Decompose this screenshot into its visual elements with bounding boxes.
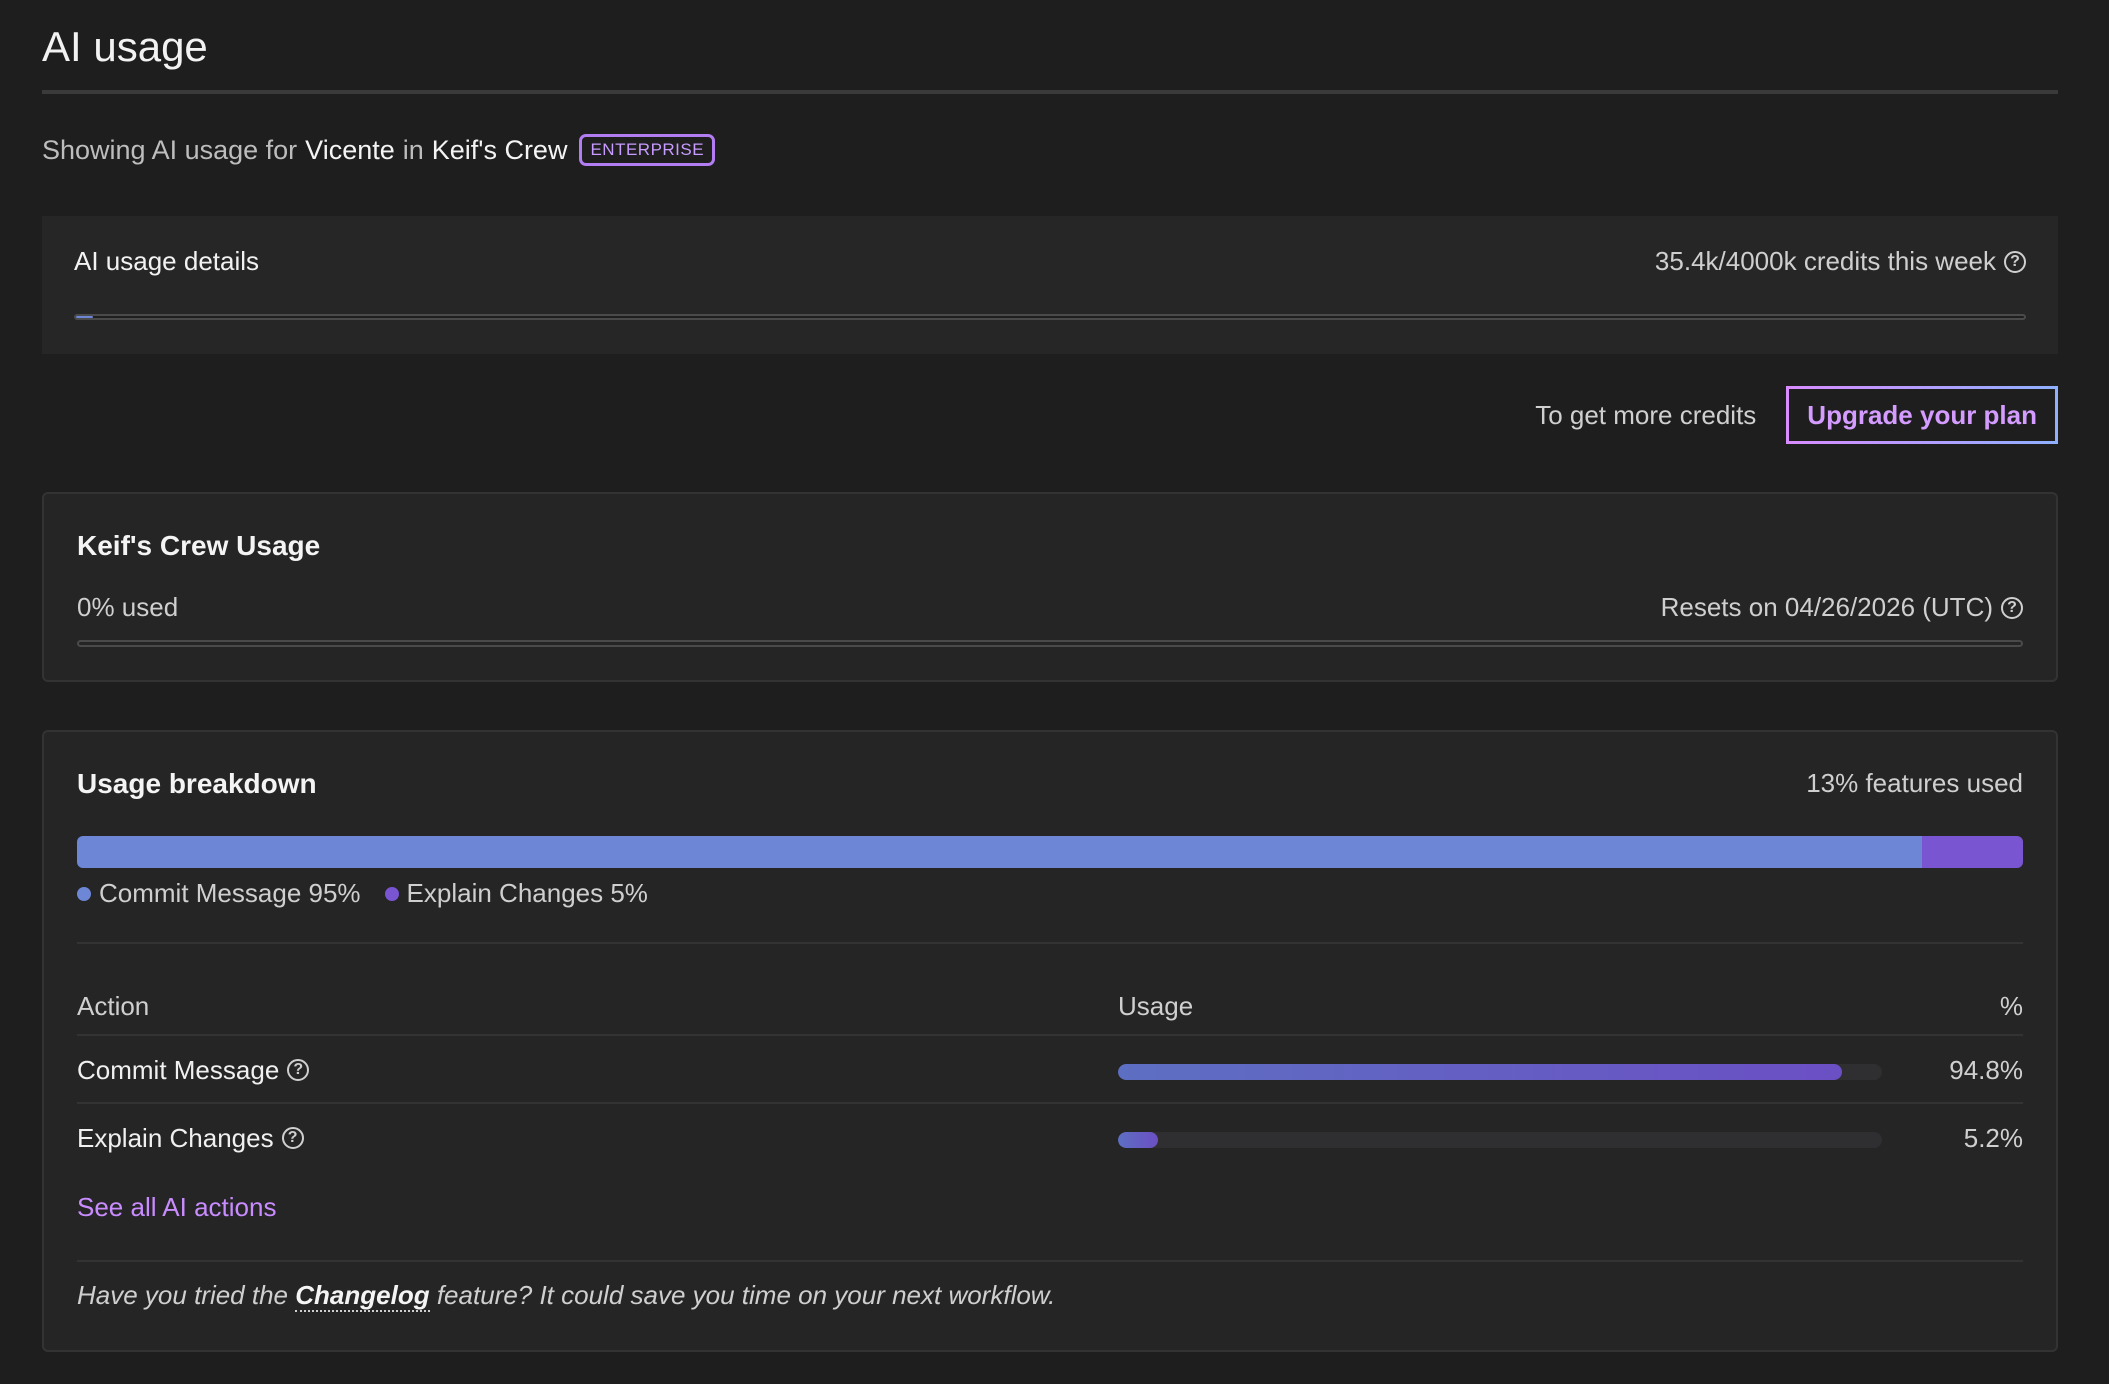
breakdown-legend: Commit Message 95% Explain Changes 5% [77,878,648,909]
credits-summary: 35.4k/4000k credits this week ? [1655,246,2026,277]
crew-usage-used: 0% used [77,592,179,622]
usage-subtitle: Showing AI usage for Vicente in Keif's C… [42,132,2058,168]
subtitle-org: Keif's Crew [431,134,568,165]
page-title: AI usage [42,0,2058,94]
legend-dot-icon [384,886,399,901]
row-percent: 5.2% [1963,1123,2023,1153]
crew-usage-resets: Resets on 04/26/2026 (UTC) ? [1661,592,2023,623]
row-usage-bar [1118,1064,1882,1080]
question-circle-icon[interactable]: ? [281,1127,304,1149]
crew-usage-card: Keif's Crew Usage 0% used Resets on 04/2… [42,492,2058,682]
divider [77,1034,2023,1036]
ai-usage-details: AI usage details 35.4k/4000k credits thi… [42,216,2058,354]
changelog-link[interactable]: Changelog [295,1280,430,1312]
details-label: AI usage details [74,246,260,276]
column-percent: % [1999,991,2023,1021]
upgrade-hint: To get more credits [1535,399,1757,430]
weekly-credits-progress-fill [76,316,94,318]
question-circle-icon[interactable]: ? [287,1059,310,1081]
row-action-label: Commit Message [77,1054,280,1085]
feature-tip: Have you tried the Changelog feature? It… [77,1280,1056,1312]
question-circle-icon[interactable]: ? [2004,250,2026,273]
crew-usage-title: Keif's Crew Usage [77,530,321,561]
legend-dot-icon [77,886,91,901]
tip-after: feature? It could save you time on your … [436,1280,1056,1310]
breakdown-title: Usage breakdown [77,768,317,799]
row-action: Commit Message ? [77,1052,310,1088]
upgrade-row: To get more credits Upgrade your plan [42,386,2058,444]
legend-item-commit-message: Commit Message 95% [77,878,361,909]
row-action-label: Explain Changes [77,1122,274,1153]
column-usage: Usage [1118,991,1194,1021]
divider [77,942,2023,944]
table-row: Explain Changes ? 5.2% [77,1120,2023,1164]
column-action: Action [77,991,150,1021]
legend-label: Commit Message 95% [99,878,361,908]
ai-usage-page: AI usage Showing AI usage for Vicente in… [42,0,2058,1352]
question-circle-icon[interactable]: ? [2001,596,2023,619]
divider [77,1260,2023,1262]
weekly-credits-progress [74,314,2026,320]
upgrade-plan-button[interactable]: Upgrade your plan [1786,386,2058,444]
segment-explain-changes [1921,836,2023,868]
subtitle-in: in [402,134,424,165]
row-usage-bar [1118,1132,1882,1148]
breakdown-stacked-bar [77,836,2023,868]
breakdown-table-header: Action Usage % [77,988,2023,1024]
credits-text: 35.4k/4000k credits this week [1654,246,1996,276]
subtitle-prefix: Showing AI usage for [42,134,298,165]
table-row: Commit Message ? 94.8% [77,1052,2023,1096]
segment-commit-message [77,836,1922,868]
usage-breakdown-card: Usage breakdown 13% features used Commit… [42,730,2058,1352]
row-percent: 94.8% [1949,1055,2023,1085]
plan-badge: ENTERPRISE [579,134,716,166]
see-all-ai-actions-link[interactable]: See all AI actions [77,1192,276,1223]
tip-before: Have you tried the [77,1280,289,1310]
resets-text: Resets on 04/26/2026 (UTC) [1660,592,1993,622]
legend-item-explain-changes: Explain Changes 5% [384,878,648,909]
row-usage-bar-fill [1118,1064,1843,1080]
divider [77,1102,2023,1104]
crew-usage-progress [77,640,2023,647]
features-used: 13% features used [1806,768,2023,798]
legend-label: Explain Changes 5% [406,878,648,908]
row-usage-bar-fill [1118,1132,1158,1148]
subtitle-user: Vicente [305,134,395,165]
row-action: Explain Changes ? [77,1120,304,1156]
